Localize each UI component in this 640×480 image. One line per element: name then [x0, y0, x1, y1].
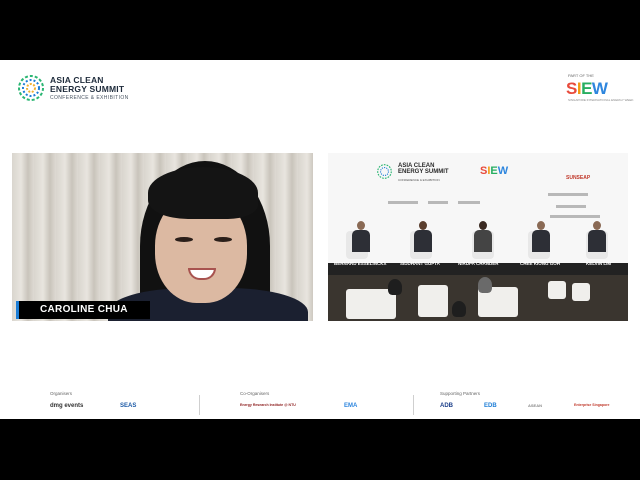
- panelist: [414, 221, 432, 261]
- speaker-nameplate: CAROLINE CHUA: [16, 301, 150, 319]
- panelist: [474, 221, 492, 261]
- sponsor-logo: [548, 193, 588, 196]
- panelist-nametag: CHEE KIONG GOH: [520, 261, 561, 266]
- sponsor-logo: [556, 205, 586, 208]
- co-organiser-logo: Energy Research Institute @ NTU: [240, 403, 296, 407]
- conference-frame: ASIA CLEAN ENERGY SUMMIT CONFERENCE & EX…: [0, 60, 640, 419]
- speaker-bangs: [148, 167, 258, 219]
- audience-member: [478, 277, 492, 293]
- audience-member: [452, 301, 466, 317]
- panelist-nametag: KELVIN LIM: [586, 261, 612, 266]
- supporting-logo: ASEAN: [528, 403, 543, 408]
- supporting-logo: EDB: [484, 403, 497, 409]
- supporting-label: Supporting Partners: [440, 391, 481, 396]
- speaker-eye-left: [175, 237, 193, 242]
- speaker-name: CAROLINE CHUA: [40, 304, 128, 315]
- panelist-nametag: NIRUPA CHANDER: [458, 261, 499, 266]
- sponsor-logo: [428, 201, 448, 204]
- sponsor-logo: [458, 201, 480, 204]
- panelist: [588, 221, 606, 261]
- backdrop-title-line2: ENERGY SUMMIT: [398, 169, 449, 175]
- siew-logo: PART OF THE SIEW SINGAPORE INTERNATIONAL…: [566, 73, 633, 103]
- audience-chair: [548, 281, 566, 299]
- sponsor-logo: [388, 201, 418, 204]
- co-organiser-logo: EMA: [344, 403, 358, 409]
- panelist-nametag: BERNARD ESSELINCKX: [334, 261, 387, 266]
- part-of-label: PART OF THE: [568, 73, 594, 78]
- backdrop-sponsor: SUNSEAP: [566, 175, 591, 181]
- supporting-logo: Enterprise Singapore: [574, 403, 610, 407]
- event-subtitle: CONFERENCE & EXHIBITION: [50, 95, 129, 101]
- organiser-logo: dmg events: [50, 403, 84, 409]
- organisers-label: Organisers: [50, 391, 73, 396]
- audience-member: [388, 279, 402, 295]
- backdrop-ring-icon: [377, 164, 392, 179]
- event-logo: ASIA CLEAN ENERGY SUMMIT CONFERENCE & EX…: [16, 73, 136, 105]
- footer-divider: [413, 395, 414, 415]
- backdrop-siew: SIEW: [480, 165, 509, 177]
- speaker-video[interactable]: CAROLINE CHUA: [12, 153, 313, 321]
- sponsor-logo: [550, 215, 600, 218]
- panelist: [352, 221, 370, 261]
- audience-table: [418, 285, 448, 317]
- siew-subtitle: SINGAPORE INTERNATIONAL ENERGY WEEK: [568, 98, 634, 102]
- siew-wordmark: SIEW: [566, 79, 608, 98]
- supporting-logo: ADB: [440, 403, 453, 409]
- organiser-logo: SEAS: [120, 403, 137, 409]
- audience-chair: [572, 283, 590, 301]
- event-title-line2: ENERGY SUMMIT: [50, 84, 125, 94]
- speaker-eye-right: [214, 237, 232, 242]
- event-title: ASIA CLEAN ENERGY SUMMIT: [50, 76, 124, 94]
- co-organisers-label: Co-Organisers: [240, 391, 270, 396]
- backdrop-subtitle: CONFERENCE & EXHIBITION: [398, 178, 440, 182]
- footer-divider: [199, 395, 200, 415]
- audience-area: [328, 275, 628, 321]
- panelist-nametag: SIDDHANT GUPTA: [400, 261, 440, 266]
- panelist: [532, 221, 550, 261]
- event-ring-icon: [18, 75, 44, 101]
- backdrop-title: ASIA CLEAN ENERGY SUMMIT: [398, 163, 449, 175]
- nameplate-accent: [16, 301, 19, 319]
- sponsor-footer: Organisers dmg events SEAS Co-Organisers…: [0, 389, 640, 419]
- panel-video[interactable]: ASIA CLEAN ENERGY SUMMIT CONFERENCE & EX…: [328, 153, 628, 321]
